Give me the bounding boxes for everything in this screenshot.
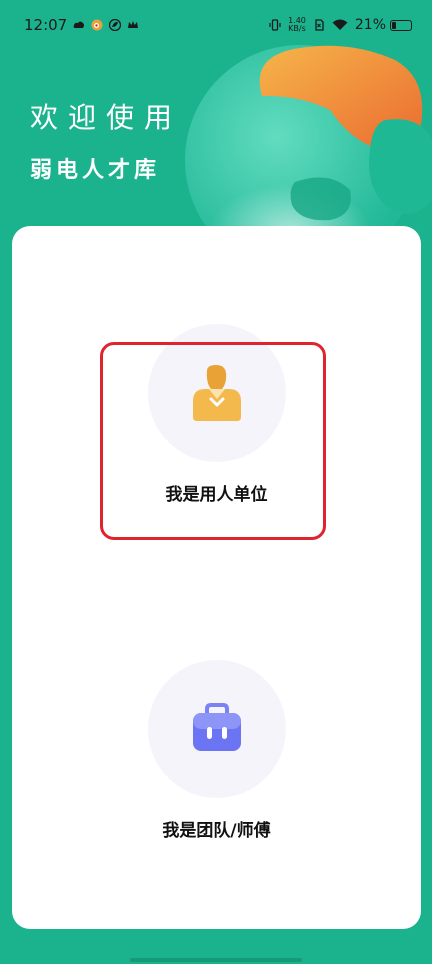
team-label: 我是团队/师傅 (162, 821, 271, 841)
cloud-notification-icon (73, 21, 85, 28)
battery-icon (390, 19, 412, 31)
vibrate-icon (269, 19, 281, 31)
selection-highlight (100, 342, 326, 540)
battery: 21% (355, 17, 412, 33)
home-indicator[interactable] (130, 958, 302, 962)
status-bar: 12:07 1.40 KB/s 21% (0, 0, 432, 50)
battery-percent: 21% (354, 17, 386, 33)
welcome-title: 欢迎使用 (30, 101, 183, 134)
crown-notification-icon (128, 21, 139, 28)
network-speed: 1.40 KB/s (288, 17, 306, 33)
briefcase-icon (192, 703, 241, 751)
role-selection-card: 我是用人单位 我是团队/师傅 (12, 226, 421, 929)
status-left: 12:07 (24, 16, 139, 34)
status-right: 1.40 KB/s 21% (269, 17, 412, 33)
status-time: 12:07 (24, 16, 68, 34)
team-option[interactable]: 我是团队/师傅 (147, 660, 286, 841)
team-icon-circle (147, 660, 286, 798)
wifi-icon (332, 19, 348, 30)
no-sim-icon (315, 19, 324, 31)
leaf-notification-icon (109, 19, 122, 31)
net-speed-unit: KB/s (288, 24, 306, 33)
weibo-notification-icon (91, 19, 103, 31)
app-name: 弱电人才库 (30, 158, 161, 183)
